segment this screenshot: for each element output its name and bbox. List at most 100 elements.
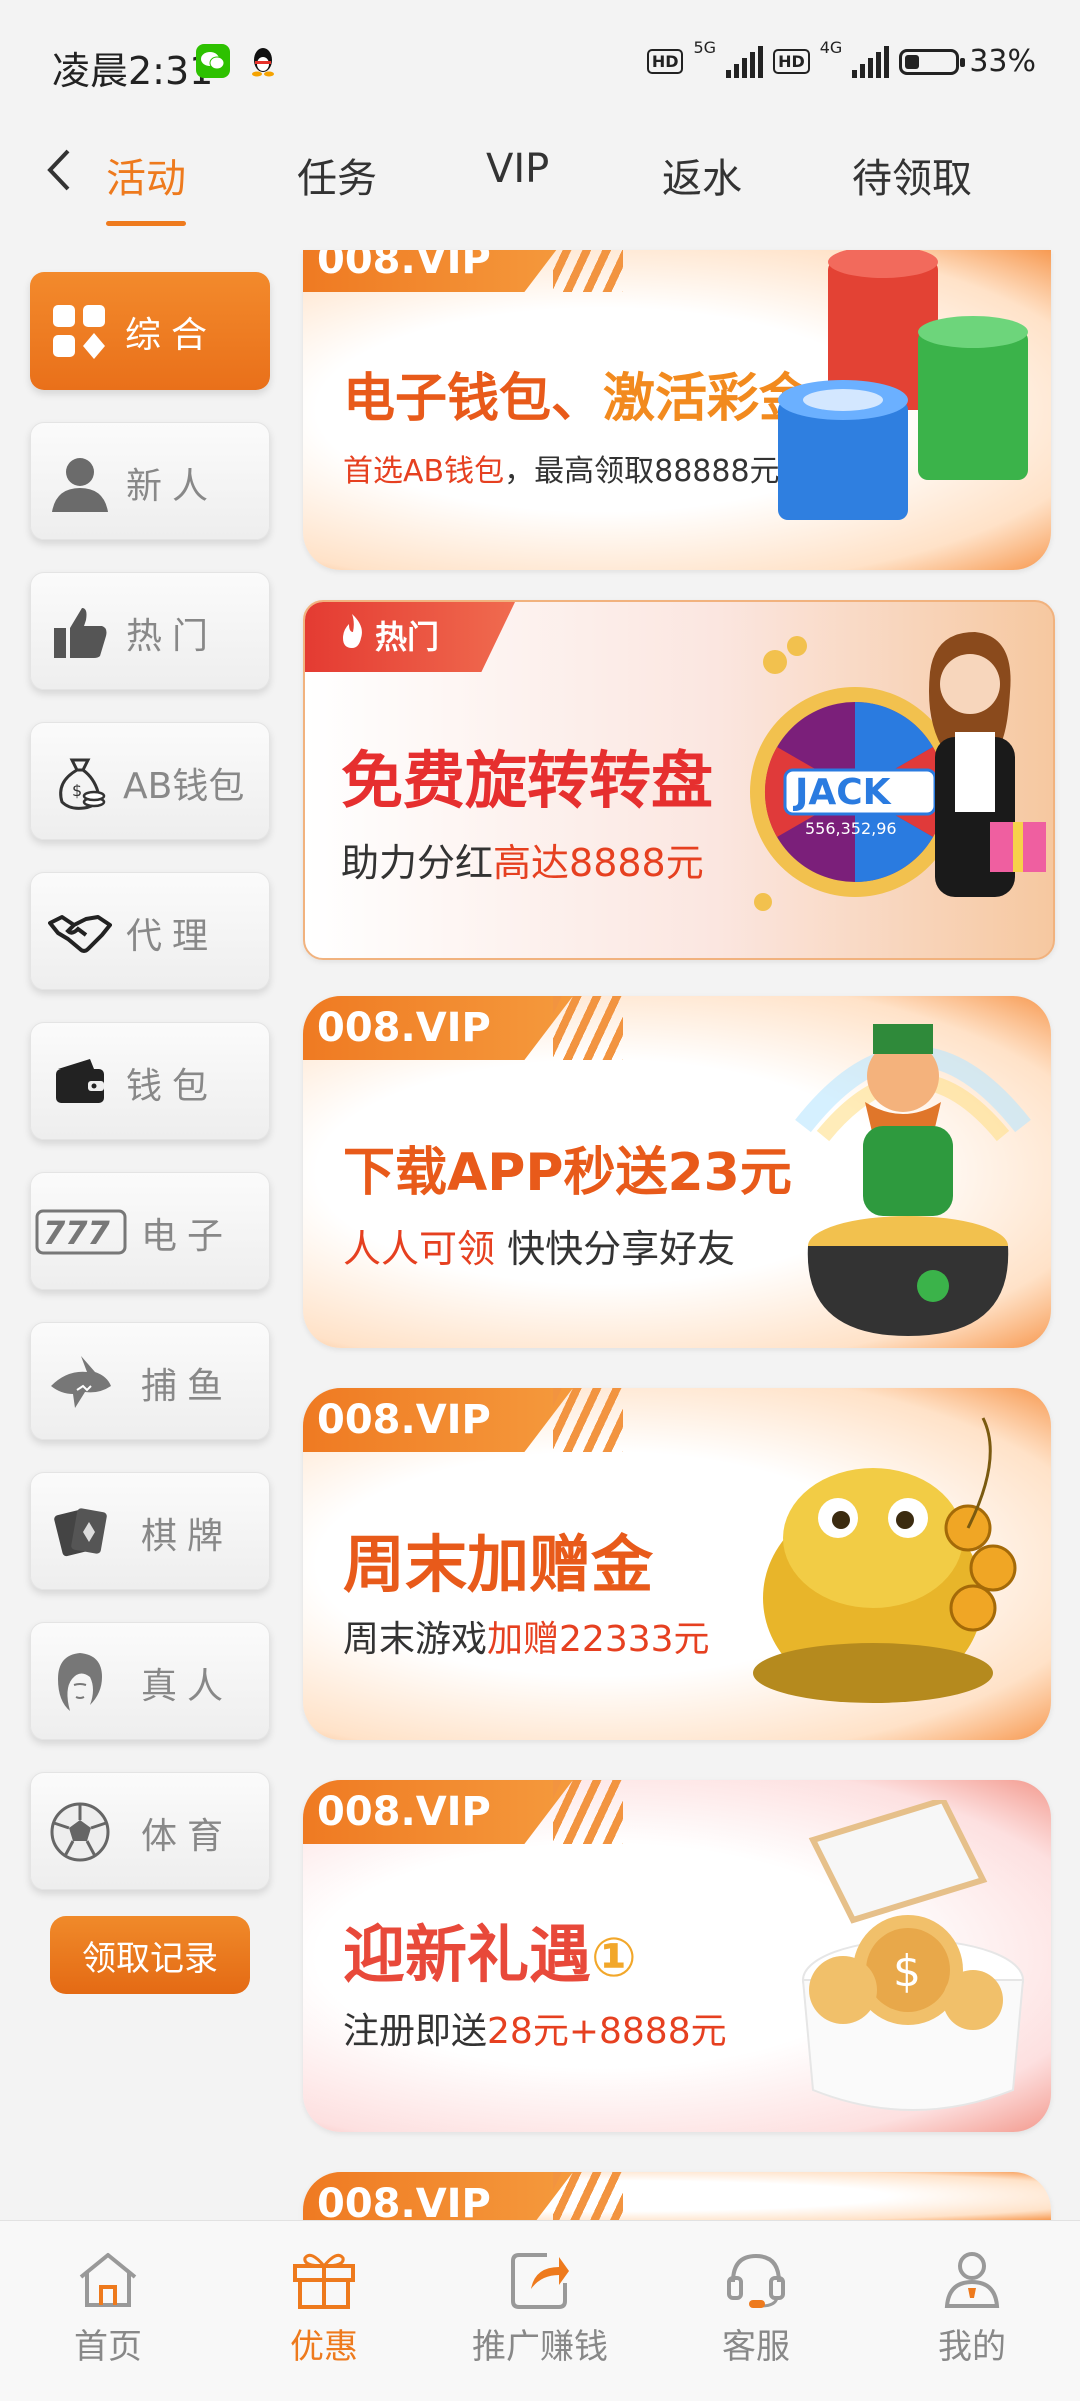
tag-stripes bbox=[553, 250, 623, 292]
network-4g: 4G bbox=[819, 38, 843, 57]
banner-subtitle: 周末游戏加赠22333元 bbox=[343, 1610, 710, 1662]
wheel-jackpot-text: JACK bbox=[792, 772, 892, 813]
hd-badge-2: HD bbox=[773, 49, 810, 74]
sidebar-item-label: 真人 bbox=[141, 1666, 234, 1707]
tab-tasks[interactable]: 任务 bbox=[297, 146, 377, 204]
banner-subtitle: 首选AB钱包，最高领取88888元 bbox=[343, 446, 780, 490]
sidebar-item-label: 代理 bbox=[126, 916, 219, 957]
banner-title: 下载APP秒送23元 bbox=[343, 1143, 792, 1203]
banner-title: 免费旋转转盘 bbox=[341, 744, 714, 817]
hot-tag: 热门 bbox=[305, 602, 515, 672]
jackpot-wheel-image: JACK 556,352,96 bbox=[745, 602, 1053, 958]
headset-icon bbox=[721, 2247, 791, 2311]
sub-part-1: 注册即送 bbox=[343, 2011, 488, 2052]
cards-icon bbox=[45, 1497, 115, 1567]
vip-tag: 008.VIP bbox=[303, 1780, 573, 1844]
promo-banner-ewallet[interactable]: 008.VIP 电子钱包、激活彩金 首选AB钱包，最高领取88888元 bbox=[303, 250, 1051, 570]
promo-banner-welcome[interactable]: 008.VIP 迎新礼遇① 注册即送28元+8888元 $ bbox=[303, 1780, 1051, 2132]
banner-title: 迎新礼遇① bbox=[343, 1904, 637, 1994]
banner-subtitle: 助力分红高达8888元 bbox=[341, 832, 704, 887]
gift-box-coins-image: $ bbox=[733, 1796, 1043, 2124]
sub-part-2: 高达8888元 bbox=[493, 841, 704, 885]
nav-mine[interactable]: 我的 bbox=[892, 2247, 1052, 2368]
wallet-icon bbox=[45, 1047, 115, 1117]
vip-tag: 008.VIP bbox=[303, 2172, 573, 2220]
top-tab-bar: 活动 任务 VIP 返水 待领取 bbox=[0, 132, 1080, 226]
nav-label: 推广赚钱 bbox=[472, 2327, 608, 2367]
sidebar-item-newbie[interactable]: 新人 bbox=[30, 422, 270, 540]
soccer-ball-icon bbox=[45, 1797, 115, 1867]
svg-text:$: $ bbox=[893, 1946, 921, 1997]
banner-subtitle: 人人可领 快快分享好友 bbox=[343, 1218, 735, 1273]
status-bar: 凌晨2:31 HD 5G HD 4G 33% bbox=[0, 0, 1080, 132]
handshake-icon bbox=[45, 897, 115, 967]
money-bag-icon: $ bbox=[45, 747, 115, 817]
tag-stripes bbox=[553, 1388, 623, 1452]
banner-title: 周末加赠金 bbox=[343, 1528, 654, 1601]
banner-subtitle: 注册即送28元+8888元 bbox=[343, 2002, 727, 2054]
promo-banner-wheel[interactable]: 热门 免费旋转转盘 助力分红高达8888元 JACK 556,352,96 bbox=[303, 600, 1055, 960]
wechat-icon bbox=[196, 44, 230, 78]
user-icon bbox=[937, 2247, 1007, 2311]
grid-icon bbox=[44, 296, 114, 366]
sidebar-item-label: 综合 bbox=[125, 315, 218, 356]
wheel-amount-text: 556,352,96 bbox=[805, 819, 897, 838]
nav-label: 首页 bbox=[74, 2327, 142, 2367]
tab-rebate[interactable]: 返水 bbox=[662, 146, 742, 204]
promo-banner-download-app[interactable]: 008.VIP 下载APP秒送23元 人人可领 快快分享好友 bbox=[303, 996, 1051, 1348]
sidebar-item-sports[interactable]: 体育 bbox=[30, 1772, 270, 1890]
vip-tag: 008.VIP bbox=[303, 996, 573, 1060]
chevron-left-icon bbox=[47, 149, 70, 191]
sub-part-2: 快快分享好友 bbox=[507, 1227, 736, 1271]
sidebar-item-live[interactable]: 真人 bbox=[30, 1622, 270, 1740]
signal-icon bbox=[726, 45, 764, 78]
banner-title: 电子钱包、激活彩金 bbox=[343, 356, 811, 431]
sidebar-item-label: 棋牌 bbox=[141, 1516, 234, 1557]
sidebar-item-wallet[interactable]: 钱包 bbox=[30, 1022, 270, 1140]
tag-stripes bbox=[553, 996, 623, 1060]
signal-icon-2 bbox=[852, 45, 890, 78]
hot-tag-label: 热门 bbox=[375, 618, 440, 656]
tab-vip[interactable]: VIP bbox=[486, 146, 549, 192]
nav-offers[interactable]: 优惠 bbox=[244, 2247, 404, 2368]
sidebar-item-label: 钱包 bbox=[126, 1066, 219, 1107]
vip-tag: 008.VIP bbox=[303, 250, 573, 292]
sidebar-item-label: 热门 bbox=[126, 616, 219, 657]
tab-activity[interactable]: 活动 bbox=[106, 146, 186, 226]
promo-banner-weekend[interactable]: 008.VIP 周末加赠金 周末游戏加赠22333元 bbox=[303, 1388, 1051, 1740]
sub-part-1: 人人可领 bbox=[343, 1227, 496, 1271]
title-part-1: 电子钱包、 bbox=[343, 369, 604, 429]
nav-promote-earn[interactable]: 推广赚钱 bbox=[460, 2247, 620, 2368]
claim-record-button[interactable]: 领取记录 bbox=[50, 1916, 250, 1994]
flame-icon bbox=[335, 602, 369, 672]
nav-customer-service[interactable]: 客服 bbox=[676, 2247, 836, 2368]
battery-percent: 33% bbox=[969, 44, 1036, 79]
sidebar-item-hot[interactable]: 热门 bbox=[30, 572, 270, 690]
sidebar-item-agent[interactable]: 代理 bbox=[30, 872, 270, 990]
nav-home[interactable]: 首页 bbox=[28, 2247, 188, 2368]
tag-stripes bbox=[553, 1780, 623, 1844]
network-5g: 5G bbox=[693, 38, 717, 57]
sub-part-1: 助力分红 bbox=[341, 841, 494, 885]
sidebar-item-fishing[interactable]: 捕鱼 bbox=[30, 1322, 270, 1440]
sub-part-2: 28元+8888元 bbox=[487, 2011, 727, 2052]
sidebar-item-general[interactable]: 综合 bbox=[30, 272, 270, 390]
svg-text:777: 777 bbox=[43, 1214, 111, 1252]
casino-chips-image bbox=[768, 250, 1048, 554]
sidebar-item-ab-wallet[interactable]: $ AB钱包 bbox=[30, 722, 270, 840]
title-text: 迎新礼遇 bbox=[343, 1918, 592, 1991]
nav-label: 我的 bbox=[938, 2327, 1006, 2367]
sidebar-item-label: 电子 bbox=[141, 1216, 234, 1257]
sidebar-item-label: 捕鱼 bbox=[141, 1366, 234, 1407]
hd-badge: HD bbox=[646, 49, 684, 74]
sidebar-item-slots[interactable]: 777 电子 bbox=[30, 1172, 270, 1290]
leprechaun-gold-pot-image bbox=[783, 1006, 1043, 1348]
thumbs-up-icon bbox=[45, 597, 115, 667]
tag-stripes bbox=[553, 2172, 623, 2220]
gift-icon bbox=[289, 2247, 359, 2311]
tab-pending[interactable]: 待领取 bbox=[852, 146, 972, 204]
sidebar-item-cards[interactable]: 棋牌 bbox=[30, 1472, 270, 1590]
person-icon bbox=[45, 447, 115, 517]
back-button[interactable] bbox=[34, 140, 84, 200]
promo-banner-partial[interactable]: 008.VIP bbox=[303, 2172, 1051, 2220]
